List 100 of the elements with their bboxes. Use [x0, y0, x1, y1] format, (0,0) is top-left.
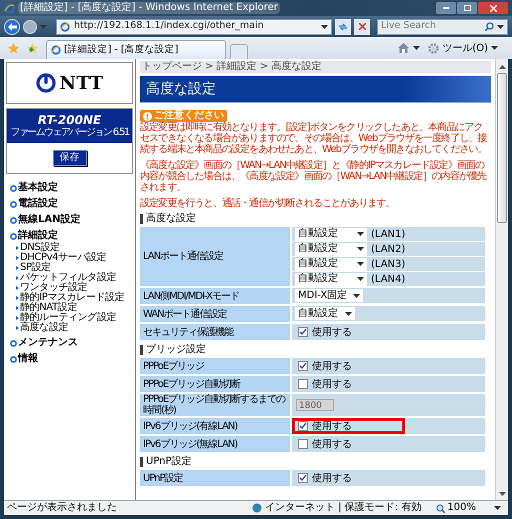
- browser-icon: [4, 2, 15, 14]
- notice-text: 《高度な設定》画面の［WAN→LAN中継設定］と《静的IPマスカレード設定》画面の内容が競合した場合は、《高度な設定》画面の［WAN→LAN中継設定］の内容が優先されます。: [140, 160, 488, 193]
- triangle-bullet-icon: [16, 316, 19, 320]
- save-button[interactable]: 保存: [52, 150, 86, 166]
- setting-label: セキュリティ保護機能: [143, 326, 233, 338]
- tools-menu[interactable]: ツール(O): [428, 40, 498, 56]
- zoom-icon: [436, 504, 446, 512]
- gear-icon: [428, 42, 440, 54]
- refresh-button[interactable]: [335, 18, 351, 34]
- search-icon: [485, 22, 494, 31]
- port-label: (LAN1): [371, 228, 406, 242]
- setting-label: WANポート通信設定: [143, 308, 227, 320]
- scrollbar[interactable]: [495, 59, 508, 500]
- nav-item[interactable]: 情報: [10, 353, 135, 365]
- setting-label: IPv6ブリッジ(無線LAN): [143, 438, 238, 450]
- nav-subitem[interactable]: DHCPv4サーバ設定: [16, 253, 135, 263]
- nav-item[interactable]: メンテナンス: [10, 337, 135, 349]
- setting-label: LAN側MDI/MDI-Xモード: [143, 290, 240, 302]
- caret-icon: [494, 506, 501, 510]
- setting-label: LANポート通信設定: [143, 251, 224, 262]
- maximize-icon: [464, 5, 470, 11]
- home-icon[interactable]: [398, 43, 410, 53]
- triangle-bullet-icon: [16, 256, 19, 260]
- nav-subitem[interactable]: 静的IPマスカレード設定: [16, 293, 135, 303]
- caret-icon: [357, 262, 364, 266]
- nav-item[interactable]: 詳細設定: [10, 230, 135, 242]
- zoom-control[interactable]: 100%: [436, 502, 505, 514]
- nav-subitem[interactable]: SP設定: [16, 263, 135, 273]
- checkbox[interactable]: [298, 327, 308, 337]
- dropdown[interactable]: 自動設定: [295, 272, 367, 286]
- dropdown[interactable]: 自動設定: [295, 228, 367, 240]
- caret-icon: [413, 46, 420, 50]
- ring-bullet-icon: [10, 200, 17, 208]
- checkbox-label: 使用する: [312, 378, 352, 392]
- triangle-bullet-icon: [16, 266, 19, 270]
- logo-text: NTT: [60, 72, 104, 96]
- triangle-bullet-icon: [16, 326, 19, 330]
- nav-item[interactable]: 無線LAN設定: [10, 214, 135, 226]
- nav-subitem[interactable]: パケットフィルタ設定: [16, 273, 135, 283]
- firmware-version: ファームウェアバージョン 6.51: [10, 127, 129, 139]
- port-label: (LAN3): [371, 258, 406, 272]
- browser-icon: [51, 45, 61, 55]
- close-button[interactable]: [478, 2, 508, 14]
- warning-icon: [143, 112, 152, 120]
- dropdown[interactable]: 自動設定: [295, 307, 355, 320]
- caret-icon: [357, 247, 364, 251]
- checkbox[interactable]: [298, 379, 308, 389]
- close-icon: [490, 4, 496, 12]
- scroll-thumb[interactable]: [497, 73, 507, 223]
- caret-icon: [491, 46, 498, 50]
- status-text: ページが表示されました: [7, 502, 118, 514]
- nav-item[interactable]: 基本設定: [10, 182, 135, 194]
- nav-subitem[interactable]: DNS設定: [16, 243, 135, 253]
- checkbox[interactable]: [298, 361, 308, 371]
- nav-subitem[interactable]: 静的NAT設定: [16, 303, 135, 313]
- dropdown[interactable]: 自動設定: [295, 242, 367, 256]
- heading-bar-icon: [140, 457, 143, 467]
- stop-icon: [358, 23, 366, 30]
- page-title: 高度な設定: [146, 81, 216, 97]
- refresh-icon: [338, 22, 348, 30]
- nav-subitem[interactable]: 静的ルーティング設定: [16, 313, 135, 323]
- checkbox-label: 使用する: [312, 472, 352, 486]
- logo-icon: [36, 73, 56, 93]
- caret-icon: [345, 312, 352, 316]
- setting-label: PPPoEブリッジ: [143, 360, 204, 372]
- back-button[interactable]: [4, 18, 20, 34]
- browser-tab[interactable]: [詳細設定] - [高度な設定]: [46, 40, 226, 59]
- dropdown[interactable]: MDI-X固定: [295, 289, 364, 302]
- checkbox[interactable]: [298, 473, 308, 483]
- section-heading: 高度な設定: [146, 213, 196, 225]
- forward-button[interactable]: [23, 20, 37, 34]
- browser-icon: [60, 22, 70, 32]
- dropdown[interactable]: 自動設定: [295, 258, 367, 270]
- stop-button[interactable]: [354, 18, 370, 34]
- caret-icon: [40, 24, 47, 28]
- ring-bullet-icon: [10, 216, 17, 224]
- caret-icon: [321, 24, 328, 28]
- ring-bullet-icon: [10, 184, 17, 192]
- minimize-button[interactable]: [436, 2, 456, 14]
- checkbox-label: 使用する: [312, 360, 352, 374]
- address-field[interactable]: http://192.168.1.1/index.cgi/other_main: [56, 18, 332, 34]
- maximize-button[interactable]: [457, 2, 477, 14]
- notice-text: 設定変更は即時に有効となります。[設定]ボタンをクリックしたあと、本商品にアクセスできなくなる場合がありますので、その場合は、Webブラウザを一度終了し、接続する端末と本商品の設定をあわせたあと、Webブラウザを開きなおしてください。: [140, 122, 488, 155]
- nav-subitem[interactable]: 高度な設定: [16, 323, 135, 333]
- checkbox[interactable]: [298, 421, 308, 431]
- checkbox-label: 使用する: [312, 326, 352, 340]
- add-favorite-icon[interactable]: [27, 42, 38, 54]
- nav-item[interactable]: 電話設定: [10, 198, 135, 210]
- triangle-bullet-icon: [16, 246, 19, 250]
- setting-label: UPnP設定: [143, 472, 183, 484]
- triangle-bullet-icon: [16, 296, 19, 300]
- checkbox[interactable]: [298, 439, 308, 449]
- section-heading: ブリッジ設定: [146, 344, 206, 356]
- triangle-bullet-icon: [16, 286, 19, 290]
- nav-subitem[interactable]: ワンタッチ設定: [16, 283, 135, 293]
- ring-bullet-icon: [10, 356, 17, 362]
- globe-icon: [252, 503, 262, 513]
- caret-icon: [357, 277, 364, 281]
- favorites-star-icon[interactable]: [8, 42, 19, 54]
- search-field[interactable]: Live Search: [377, 18, 508, 34]
